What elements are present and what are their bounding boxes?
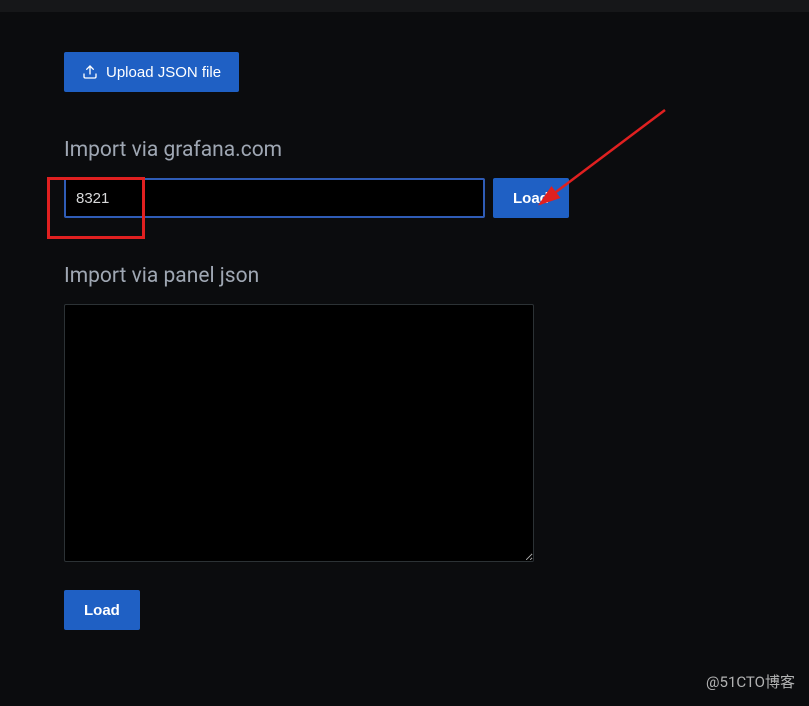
panel-json-textarea[interactable] <box>64 304 534 562</box>
top-strip <box>0 0 809 12</box>
upload-icon <box>82 64 98 80</box>
load-grafana-button[interactable]: Load <box>493 178 569 218</box>
import-grafana-row: Load <box>64 178 745 218</box>
import-grafana-heading: Import via grafana.com <box>64 138 745 162</box>
upload-json-label: Upload JSON file <box>106 64 221 81</box>
import-panel-heading: Import via panel json <box>64 264 745 288</box>
load-panel-button[interactable]: Load <box>64 590 140 630</box>
grafana-url-input[interactable] <box>64 178 485 218</box>
watermark: @51CTO博客 <box>706 671 795 692</box>
import-form: Upload JSON file Import via grafana.com … <box>0 12 809 630</box>
upload-json-button[interactable]: Upload JSON file <box>64 52 239 92</box>
